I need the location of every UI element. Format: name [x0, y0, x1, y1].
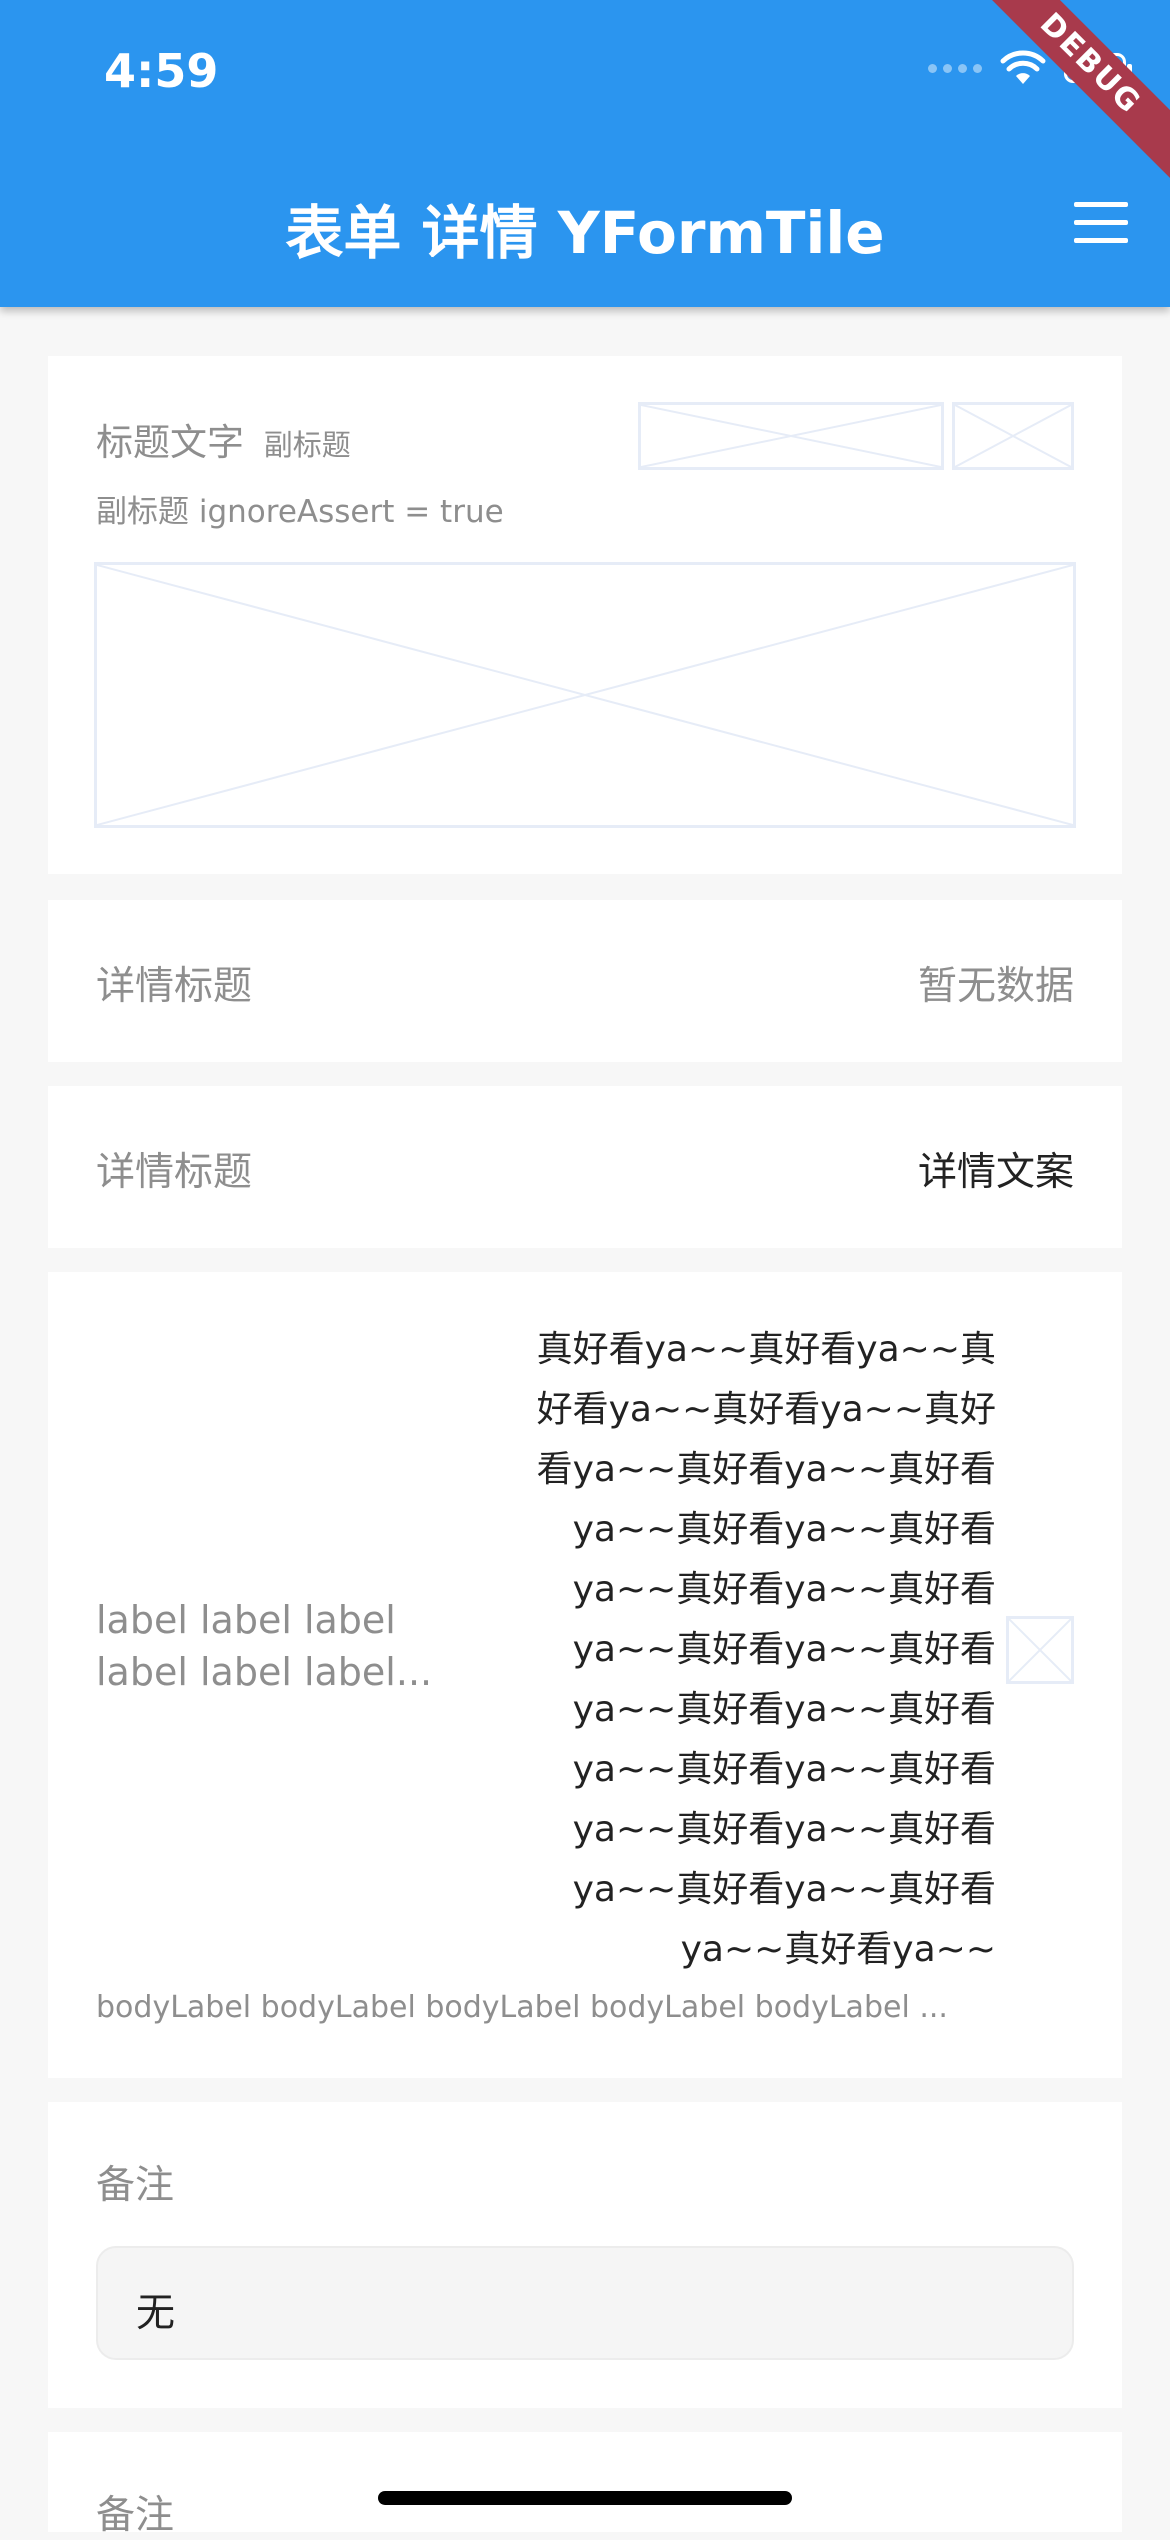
page-title: 表单 详情 YFormTile — [285, 199, 885, 267]
item-value-line: ya~~真好看ya~~ — [680, 1929, 996, 1970]
long-text-item: label label label label label label... 真… — [48, 1272, 1122, 2078]
detail-row: 详情标题 详情文案 — [48, 1086, 1122, 1248]
detail-value: 暂无数据 — [917, 964, 1074, 1009]
item-value-line: ya~~真好看ya~~真好看 — [572, 1869, 996, 1910]
card-subtitle: 副标题 ignoreAssert = true — [96, 494, 504, 530]
placeholder-image — [952, 402, 1074, 470]
remark-value: 无 — [136, 2291, 176, 2336]
detail-label: 详情标题 — [96, 964, 253, 1009]
app-bar: 4:59 表单 详情 YFormTile — [0, 0, 1170, 307]
remark-label: 备注 — [96, 2163, 175, 2208]
item-value-line: ya~~真好看ya~~真好看 — [572, 1629, 996, 1670]
item-value-line: 看ya~~真好看ya~~真好看 — [536, 1449, 996, 1490]
item-value-line: 真好看ya~~真好看ya~~真 — [536, 1329, 996, 1370]
item-label: label label label label label label... — [96, 1594, 432, 1698]
placeholder-image — [1006, 1616, 1074, 1684]
item-value-line: ya~~真好看ya~~真好看 — [572, 1809, 996, 1850]
card-title: 标题文字 副标题 — [96, 412, 351, 466]
detail-row-empty: 详情标题 暂无数据 — [48, 900, 1122, 1062]
menu-icon[interactable] — [1074, 202, 1128, 244]
placeholder-image — [638, 402, 944, 470]
home-indicator — [378, 2491, 792, 2505]
item-label-line: label label label... — [96, 1650, 433, 1694]
detail-label: 详情标题 — [96, 1150, 253, 1195]
card-subtitle-inline: 副标题 — [263, 428, 351, 462]
item-value-line: ya~~真好看ya~~真好看 — [572, 1749, 996, 1790]
item-value-line: 好看ya~~真好看ya~~真好 — [536, 1389, 996, 1430]
item-value: 真好看ya~~真好看ya~~真 好看ya~~真好看ya~~真好 看ya~~真好看… — [476, 1320, 996, 1980]
cellular-signal-icon — [928, 63, 982, 73]
title-card: 标题文字 副标题 副标题 ignoreAssert = true — [48, 356, 1122, 874]
status-time: 4:59 — [104, 44, 219, 98]
wifi-icon — [1000, 50, 1046, 84]
placeholder-image — [94, 562, 1076, 828]
item-value-line: ya~~真好看ya~~真好看 — [572, 1569, 996, 1610]
remark-field[interactable]: 无 — [96, 2246, 1074, 2360]
card-title-text: 标题文字 — [96, 421, 244, 464]
body-label: bodyLabel bodyLabel bodyLabel bodyLabel … — [96, 1990, 948, 2025]
item-label-line: label label label — [96, 1598, 396, 1642]
remark-card: 备注 无 — [48, 2102, 1122, 2408]
item-value-line: ya~~真好看ya~~真好看 — [572, 1689, 996, 1730]
item-value-line: ya~~真好看ya~~真好看 — [572, 1509, 996, 1550]
remark-card: 备注 — [48, 2432, 1122, 2538]
detail-value: 详情文案 — [917, 1150, 1074, 1195]
